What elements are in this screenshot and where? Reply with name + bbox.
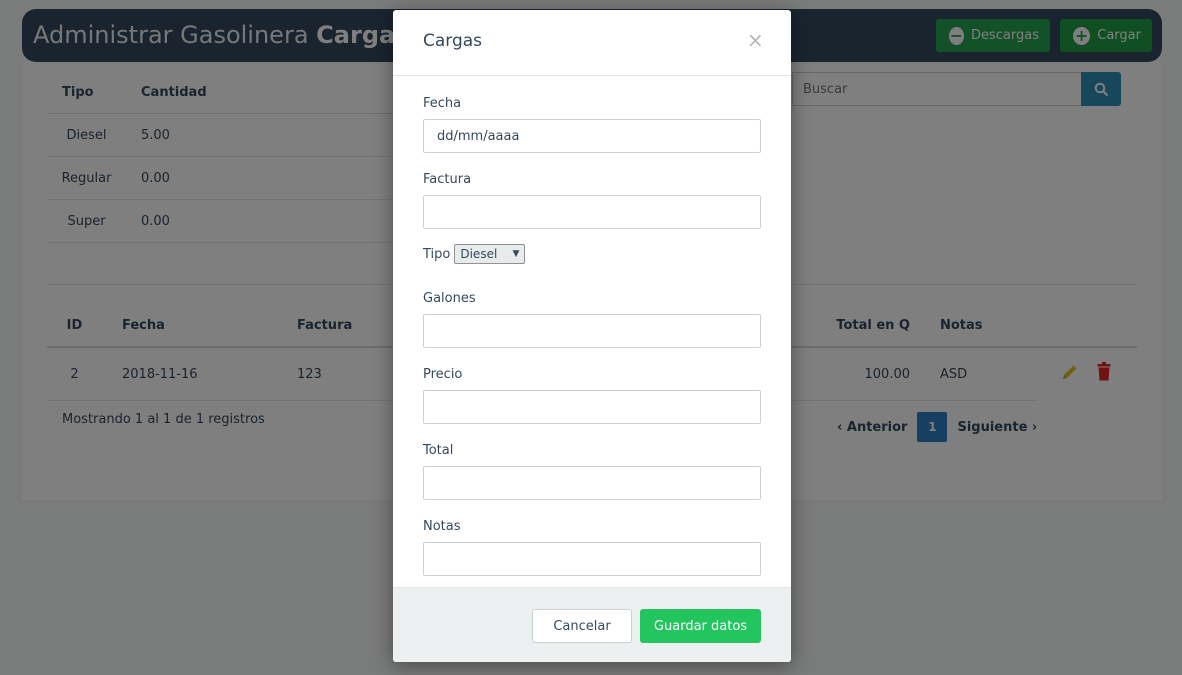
fecha-group: Fecha	[423, 96, 761, 153]
precio-group: Precio	[423, 367, 761, 424]
galones-label: Galones	[423, 291, 476, 306]
galones-input[interactable]	[423, 314, 761, 348]
dropdown-arrow-icon: ▼	[512, 249, 520, 259]
save-button[interactable]: Guardar datos	[640, 609, 761, 643]
factura-label: Factura	[423, 172, 472, 187]
tipo-group: Tipo Diesel ▼	[423, 244, 761, 264]
close-icon[interactable]: ×	[747, 28, 764, 52]
tipo-label: Tipo	[423, 246, 451, 262]
notas-input[interactable]	[423, 542, 761, 576]
factura-input[interactable]	[423, 195, 761, 229]
modal-footer: Cancelar Guardar datos	[393, 587, 791, 662]
precio-input[interactable]	[423, 390, 761, 424]
total-group: Total	[423, 443, 761, 500]
cargas-modal: Cargas × Fecha Factura Tipo Diesel ▼ Gal…	[393, 10, 791, 662]
total-label: Total	[423, 443, 454, 458]
precio-label: Precio	[423, 367, 463, 382]
factura-group: Factura	[423, 172, 761, 229]
modal-title: Cargas	[423, 31, 483, 51]
tipo-select[interactable]: Diesel ▼	[454, 244, 526, 264]
fecha-label: Fecha	[423, 96, 462, 111]
notas-label: Notas	[423, 519, 461, 534]
total-input[interactable]	[423, 466, 761, 500]
notas-group: Notas	[423, 519, 761, 576]
modal-body: Fecha Factura Tipo Diesel ▼ Galones Prec…	[423, 96, 761, 595]
modal-header: Cargas ×	[393, 10, 791, 76]
galones-group: Galones	[423, 291, 761, 348]
tipo-selected-value: Diesel	[460, 247, 498, 261]
fecha-input[interactable]	[423, 119, 761, 153]
cancel-button[interactable]: Cancelar	[532, 609, 632, 643]
